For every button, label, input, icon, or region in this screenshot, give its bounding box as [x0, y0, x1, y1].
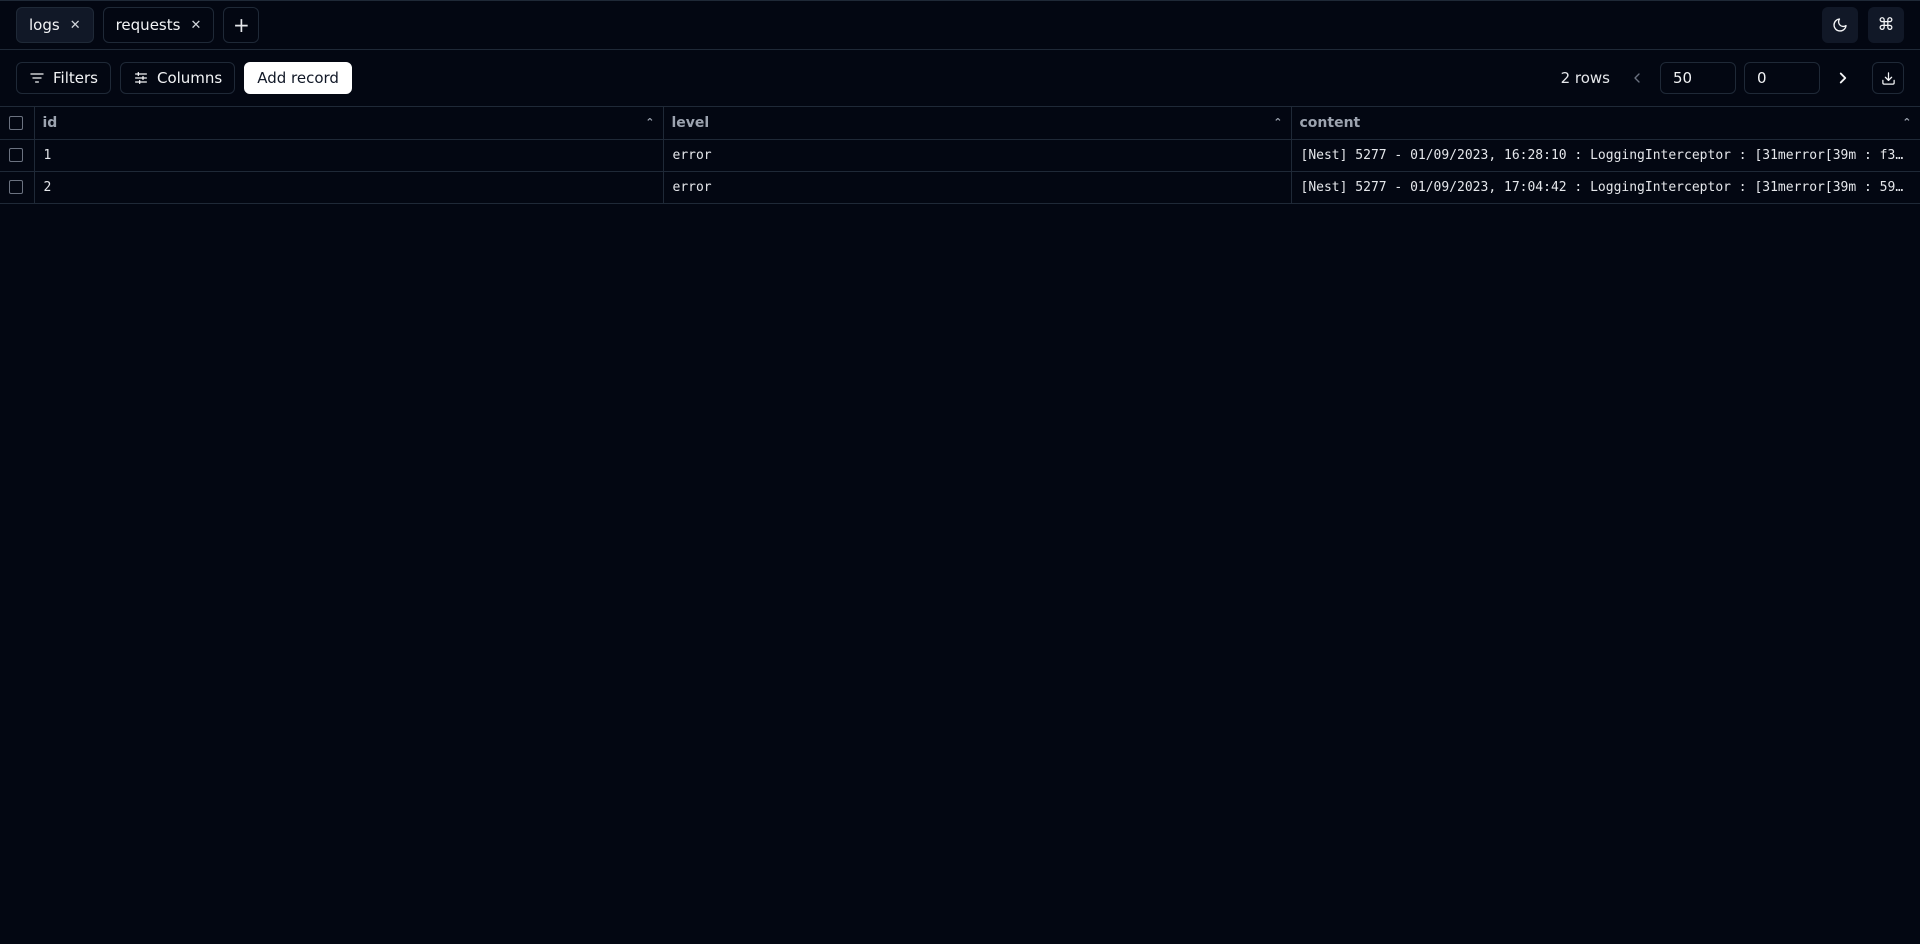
plus-icon: +: [233, 13, 250, 37]
columns-label: Columns: [157, 69, 222, 87]
tab-label: requests: [116, 16, 181, 34]
toolbar: Filters Columns Add record 2 rows: [0, 50, 1920, 107]
row-checkbox[interactable]: [9, 148, 23, 162]
cell-id[interactable]: 2: [34, 171, 663, 203]
table-row[interactable]: 1 error [Nest] 5277 - 01/09/2023, 16:28:…: [0, 139, 1920, 171]
column-header-label: level: [672, 115, 710, 131]
columns-button[interactable]: Columns: [120, 62, 235, 94]
command-menu-button[interactable]: ⌘: [1868, 7, 1904, 43]
add-tab-button[interactable]: +: [223, 7, 259, 43]
download-button[interactable]: [1872, 62, 1904, 94]
cell-content[interactable]: [Nest] 5277 - 01/09/2023, 16:28:10 : Log…: [1291, 139, 1920, 171]
sliders-icon: [133, 70, 149, 86]
chevron-right-icon: [1834, 69, 1852, 87]
select-all-checkbox[interactable]: [9, 116, 23, 130]
command-icon: ⌘: [1878, 15, 1895, 35]
close-icon[interactable]: ✕: [70, 18, 81, 33]
sort-icon[interactable]: ⌃: [1902, 116, 1911, 129]
column-header-level[interactable]: level ⌃: [663, 107, 1291, 139]
cell-level[interactable]: error: [663, 139, 1291, 171]
limit-input[interactable]: [1660, 62, 1736, 94]
app: logs ✕ requests ✕ + ⌘ Filters Columns Ad…: [0, 0, 1920, 944]
tab-bar: logs ✕ requests ✕ + ⌘: [0, 1, 1920, 50]
tab-logs[interactable]: logs ✕: [16, 7, 94, 43]
select-all-cell: [0, 107, 34, 139]
download-icon: [1881, 71, 1896, 86]
pagination: 2 rows: [1561, 62, 1904, 94]
column-header-label: id: [43, 115, 58, 131]
row-checkbox[interactable]: [9, 180, 23, 194]
column-header-content[interactable]: content ⌃: [1291, 107, 1920, 139]
add-record-label: Add record: [257, 69, 339, 87]
offset-input[interactable]: [1744, 62, 1820, 94]
add-record-button[interactable]: Add record: [244, 62, 352, 94]
next-page-button[interactable]: [1830, 62, 1856, 94]
cell-level[interactable]: error: [663, 171, 1291, 203]
table-row[interactable]: 2 error [Nest] 5277 - 01/09/2023, 17:04:…: [0, 171, 1920, 203]
data-table: id ⌃ level ⌃ content ⌃ 1 error [Nest] 5277 …: [0, 107, 1920, 204]
close-icon[interactable]: ✕: [190, 18, 201, 33]
column-header-label: content: [1300, 115, 1361, 131]
moon-icon: [1832, 17, 1848, 33]
sort-icon[interactable]: ⌃: [645, 116, 654, 129]
previous-page-button[interactable]: [1624, 62, 1650, 94]
rows-count: 2 rows: [1561, 69, 1610, 87]
chevron-left-icon: [1629, 70, 1645, 86]
row-select-cell: [0, 139, 34, 171]
cell-content[interactable]: [Nest] 5277 - 01/09/2023, 17:04:42 : Log…: [1291, 171, 1920, 203]
tabs: logs ✕ requests ✕ +: [16, 7, 259, 43]
toolbar-left: Filters Columns Add record: [16, 62, 352, 94]
cell-id[interactable]: 1: [34, 139, 663, 171]
table-header-row: id ⌃ level ⌃ content ⌃: [0, 107, 1920, 139]
column-header-id[interactable]: id ⌃: [34, 107, 663, 139]
top-right-actions: ⌘: [1822, 7, 1904, 43]
filters-label: Filters: [53, 69, 98, 87]
row-select-cell: [0, 171, 34, 203]
sort-icon[interactable]: ⌃: [1273, 116, 1282, 129]
theme-toggle-button[interactable]: [1822, 7, 1858, 43]
filter-icon: [29, 70, 45, 86]
filters-button[interactable]: Filters: [16, 62, 111, 94]
tab-label: logs: [29, 16, 60, 34]
tab-requests[interactable]: requests ✕: [103, 7, 215, 43]
